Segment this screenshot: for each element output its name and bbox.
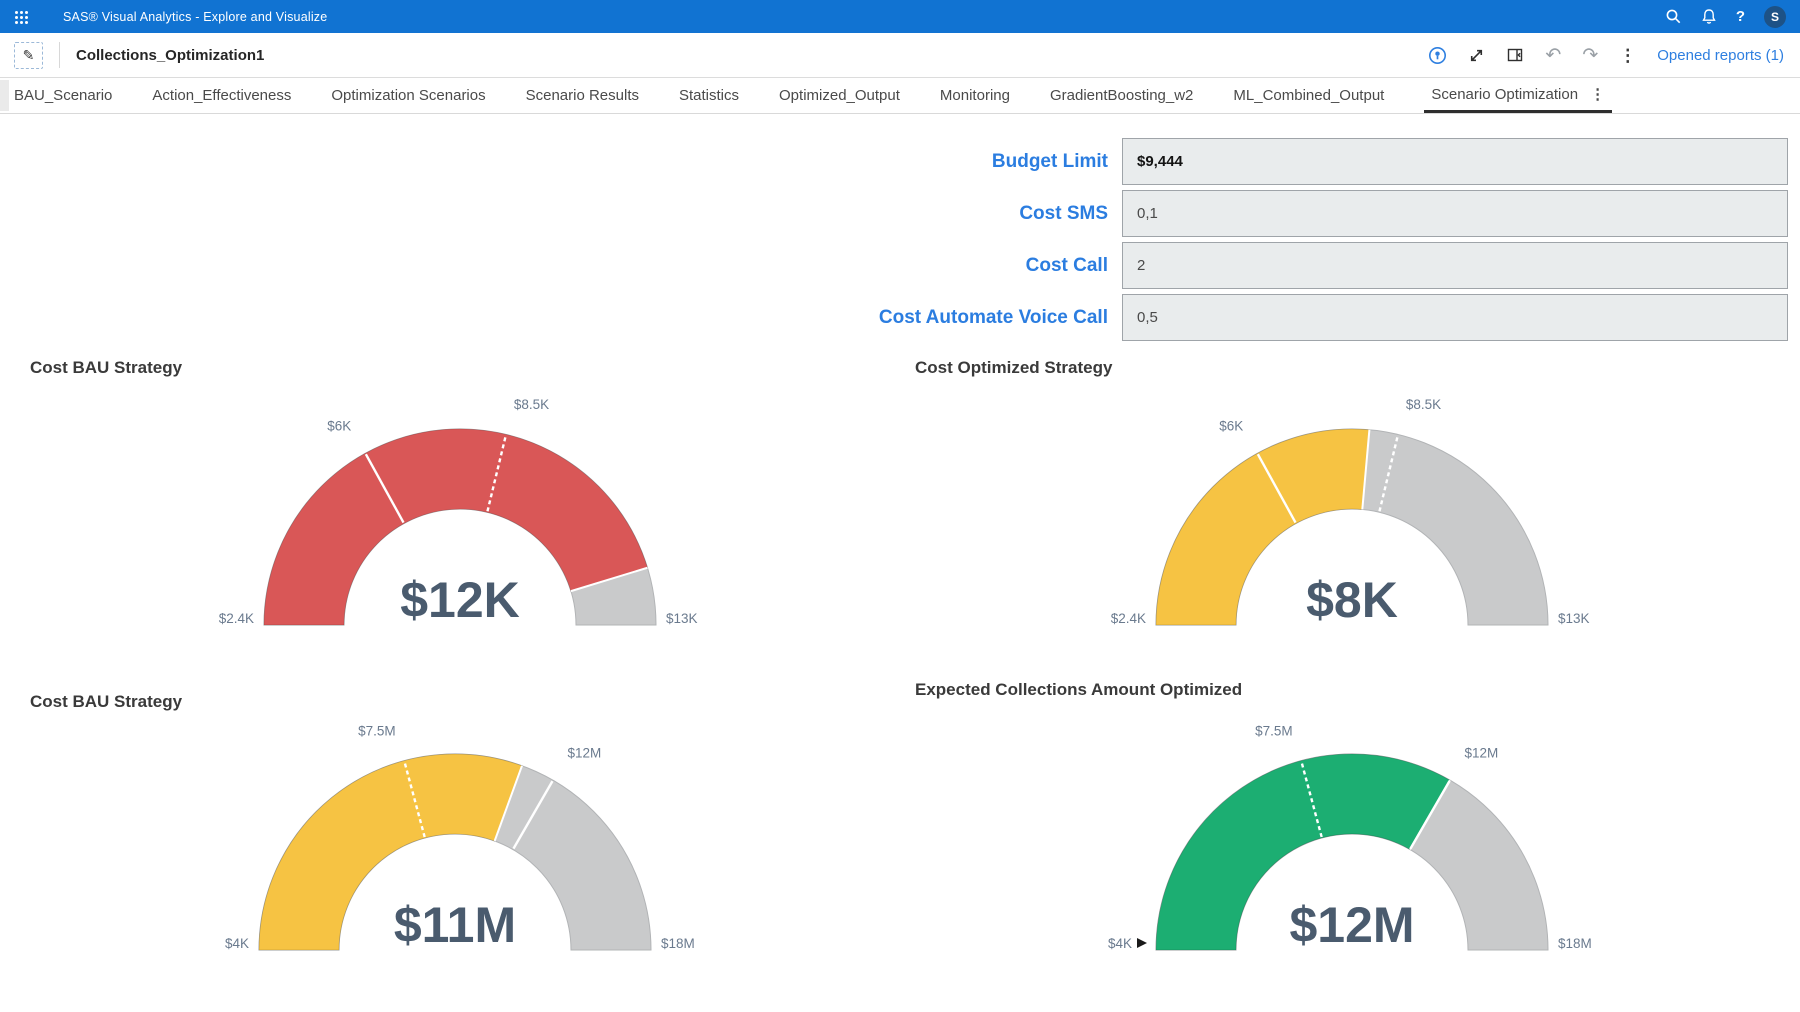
divider xyxy=(59,42,60,68)
cost-sms-label: Cost SMS xyxy=(500,190,1108,237)
gauge-max-label: $18M xyxy=(1558,936,1592,951)
parameter-row: Cost SMS 0,1 xyxy=(0,190,1800,237)
tab-action-effectiveness[interactable]: Action_Effectiveness xyxy=(152,78,291,113)
kebab-icon: ⋮ xyxy=(1619,47,1636,64)
budget-limit-label: Budget Limit xyxy=(500,138,1108,185)
tab-scenario-optimization[interactable]: Scenario Optimization ⋮ xyxy=(1424,78,1612,113)
gauge-cost-bau-strategy-bottom[interactable]: $7.5M $12M $4K $18M $11M xyxy=(155,710,755,978)
tab-monitoring[interactable]: Monitoring xyxy=(940,78,1010,113)
report-title: Collections_Optimization1 xyxy=(76,47,264,64)
report-actions: ↶ ↷ ⋮ Opened reports (1) xyxy=(1428,46,1784,65)
gauge-chart: $7.5M $12M $4K $18M $12M xyxy=(1052,710,1652,978)
toggle-panel-button[interactable] xyxy=(1506,47,1524,63)
gauge-expected-collections-optimized[interactable]: $7.5M $12M $4K $18M $12M xyxy=(1052,710,1652,978)
tab-label: Action_Effectiveness xyxy=(152,87,291,104)
gauge-tick-label: $7.5M xyxy=(1255,724,1293,739)
tab-label: Scenario Optimization xyxy=(1431,86,1578,103)
gauge-title: Cost BAU Strategy xyxy=(30,358,182,378)
gauge-value-label: $8K xyxy=(1306,572,1398,628)
gauge-chart: $6K $8.5K $2.4K $13K $12K xyxy=(160,385,760,653)
gauge-tick-label: $7.5M xyxy=(358,724,396,739)
cost-automate-voice-call-input[interactable]: 0,5 xyxy=(1122,294,1788,341)
gauge-max-label: $13K xyxy=(1558,611,1590,626)
gauge-chart: $7.5M $12M $4K $18M $11M xyxy=(155,710,755,978)
more-options-button[interactable]: ⋮ xyxy=(1619,47,1636,64)
gauge-min-label: $2.4K xyxy=(219,611,254,626)
pencil-icon: ✎ xyxy=(23,47,35,64)
gauge-title: Cost BAU Strategy xyxy=(30,692,182,712)
cost-automate-voice-call-label: Cost Automate Voice Call xyxy=(500,294,1108,341)
gauge-tick-label: $6K xyxy=(327,419,351,434)
tab-label: BAU_Scenario xyxy=(14,87,112,104)
gauge-value-label: $11M xyxy=(394,897,516,953)
tab-label: Statistics xyxy=(679,87,739,104)
search-button[interactable] xyxy=(1665,8,1682,25)
gauge-tick-label: $12M xyxy=(1465,746,1499,761)
tab-label: GradientBoosting_w2 xyxy=(1050,87,1193,104)
gauge-title: Cost Optimized Strategy xyxy=(915,358,1112,378)
app-window: SAS® Visual Analytics - Explore and Visu… xyxy=(0,0,1800,1012)
tab-optimized-output[interactable]: Optimized_Output xyxy=(779,78,900,113)
budget-limit-input[interactable]: $9,444 xyxy=(1122,138,1788,185)
tab-menu-icon[interactable]: ⋮ xyxy=(1590,85,1605,103)
tab-label: Optimized_Output xyxy=(779,87,900,104)
tab-label: Scenario Results xyxy=(526,87,639,104)
cost-call-label: Cost Call xyxy=(500,242,1108,289)
parameter-row: Cost Call 2 xyxy=(0,242,1800,289)
tab-scenario-results[interactable]: Scenario Results xyxy=(526,78,639,113)
gauge-tick-label: $8.5K xyxy=(1406,397,1441,412)
parameter-row: Budget Limit $9,444 xyxy=(0,138,1800,185)
tab-label: Monitoring xyxy=(940,87,1010,104)
undo-icon: ↶ xyxy=(1545,46,1561,65)
report-tab-bar: BAU_Scenario Action_Effectiveness Optimiza… xyxy=(0,78,1800,114)
gauge-title: Expected Collections Amount Optimized xyxy=(915,680,1242,700)
collapse-panel-icon xyxy=(1506,47,1524,63)
gauge-min-marker xyxy=(1137,938,1147,948)
gauge-min-label: $4K xyxy=(1108,936,1132,951)
location-icon xyxy=(1428,46,1447,65)
search-icon xyxy=(1665,8,1682,25)
tab-ml-combined-output[interactable]: ML_Combined_Output xyxy=(1233,78,1384,113)
help-button[interactable]: ? xyxy=(1736,8,1745,25)
redo-icon: ↷ xyxy=(1582,46,1598,65)
fullscreen-button[interactable] xyxy=(1468,47,1485,64)
opened-reports-link[interactable]: Opened reports (1) xyxy=(1657,47,1784,64)
gauge-tick-label: $12M xyxy=(568,746,602,761)
expand-icon xyxy=(1468,47,1485,64)
gauge-tick-label: $8.5K xyxy=(514,397,549,412)
app-title: SAS® Visual Analytics - Explore and Visu… xyxy=(63,10,327,24)
gauge-min-label: $2.4K xyxy=(1111,611,1146,626)
gauge-cost-optimized-strategy[interactable]: $6K $8.5K $2.4K $13K $8K xyxy=(1052,385,1652,653)
tab-gradientboosting-w2[interactable]: GradientBoosting_w2 xyxy=(1050,78,1193,113)
tab-bau-scenario[interactable]: BAU_Scenario xyxy=(14,78,112,113)
gauge-cost-bau-strategy-top[interactable]: $6K $8.5K $2.4K $13K $12K xyxy=(160,385,760,653)
grid-icon xyxy=(15,11,18,14)
tab-statistics[interactable]: Statistics xyxy=(679,78,739,113)
edit-report-button[interactable]: ✎ xyxy=(14,42,43,69)
bell-icon xyxy=(1701,8,1717,25)
gauge-chart: $6K $8.5K $2.4K $13K $8K xyxy=(1052,385,1652,653)
gauge-min-label: $4K xyxy=(225,936,249,951)
report-toolbar: ✎ Collections_Optimization1 xyxy=(0,33,1800,78)
parameter-panel: Budget Limit$9,444Cost SMS0,1Cost Call2C… xyxy=(0,138,1800,346)
notifications-button[interactable] xyxy=(1701,8,1717,25)
tab-label: ML_Combined_Output xyxy=(1233,87,1384,104)
gauge-value-label: $12K xyxy=(400,572,520,628)
user-avatar[interactable]: S xyxy=(1764,6,1786,28)
redo-button[interactable]: ↷ xyxy=(1582,46,1598,65)
parameter-row: Cost Automate Voice Call 0,5 xyxy=(0,294,1800,341)
app-menu-button[interactable] xyxy=(10,7,30,27)
cost-call-input[interactable]: 2 xyxy=(1122,242,1788,289)
gauge-tick-label: $6K xyxy=(1219,419,1243,434)
gauge-max-label: $13K xyxy=(666,611,698,626)
tab-optimization-scenarios[interactable]: Optimization Scenarios xyxy=(331,78,485,113)
viewpoint-button[interactable] xyxy=(1428,46,1447,65)
cost-sms-input[interactable]: 0,1 xyxy=(1122,190,1788,237)
undo-button[interactable]: ↶ xyxy=(1545,46,1561,65)
gauge-max-label: $18M xyxy=(661,936,695,951)
tab-label: Optimization Scenarios xyxy=(331,87,485,104)
gauge-value-label: $12M xyxy=(1289,897,1414,953)
appbar-actions: ? S xyxy=(1665,6,1786,28)
app-header: SAS® Visual Analytics - Explore and Visu… xyxy=(0,0,1800,33)
